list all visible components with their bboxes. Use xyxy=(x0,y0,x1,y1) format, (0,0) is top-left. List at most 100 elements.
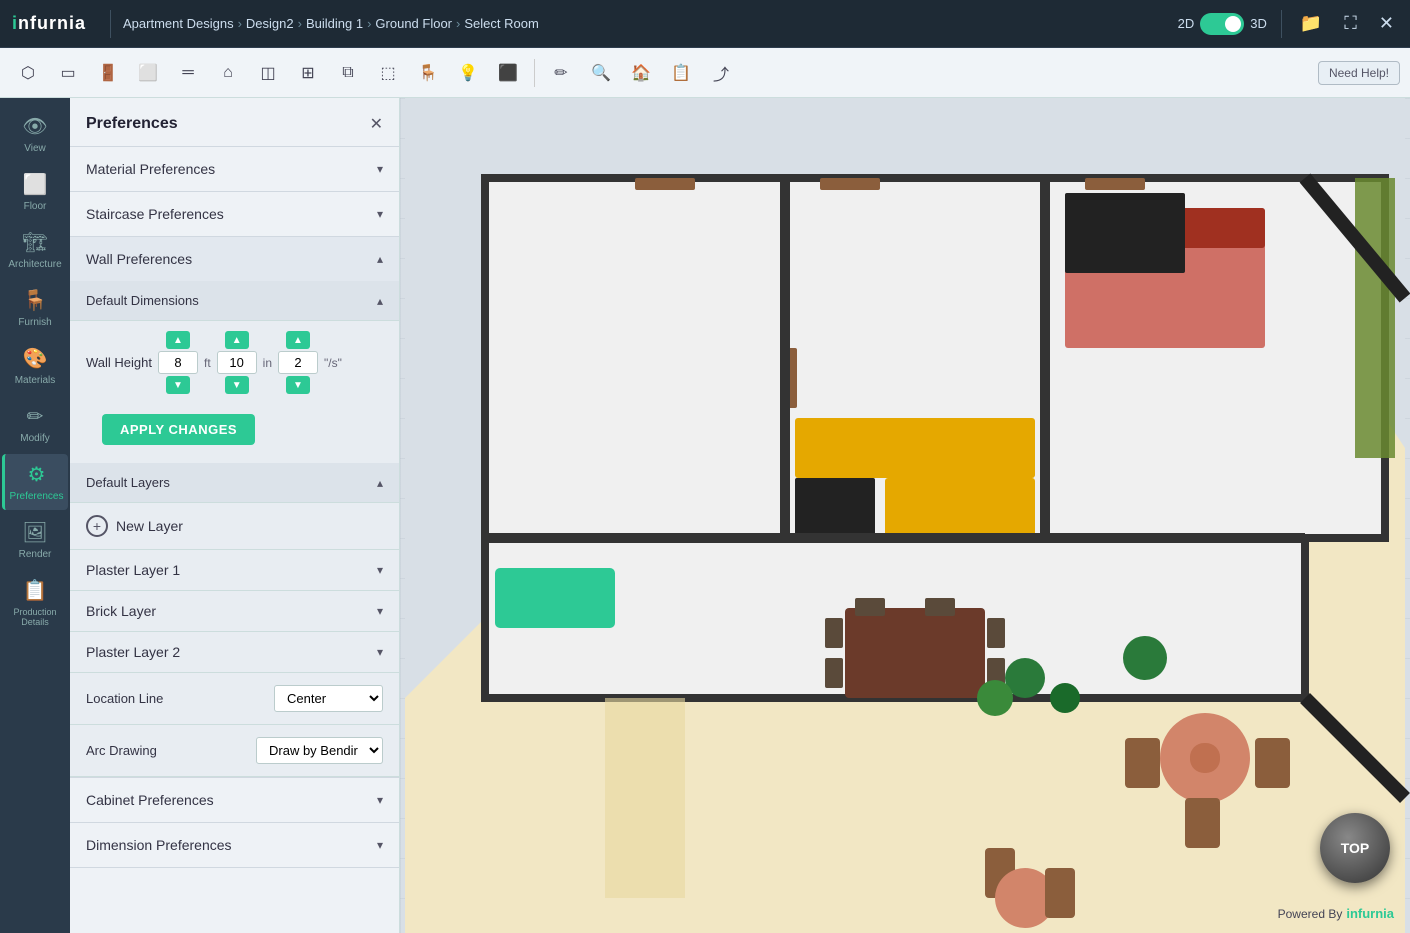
section-material-header[interactable]: Material Preferences ▾ xyxy=(70,147,399,191)
preferences-panel: Preferences ✕ Material Preferences ▾ Sta… xyxy=(70,98,400,933)
sidenav-item-preferences[interactable]: ⚙ Preferences xyxy=(2,454,68,510)
breadcrumb-sep-3: › xyxy=(367,16,371,31)
wall-height-row: Wall Height ▲ ▼ ft ▲ ▼ in xyxy=(70,321,399,404)
default-layers-chevron: ▴ xyxy=(377,476,383,490)
layer-brick[interactable]: Brick Layer ▾ xyxy=(70,591,399,632)
sidenav-label-view: View xyxy=(24,143,46,154)
canvas-area[interactable]: TOP Powered By infurnia xyxy=(400,98,1410,933)
tool-share[interactable]: ⤴ xyxy=(703,55,739,91)
layer-brick-label: Brick Layer xyxy=(86,603,156,619)
layer-plaster-1-chevron: ▾ xyxy=(377,563,383,577)
breadcrumb: Apartment Designs › Design2 › Building 1… xyxy=(123,16,539,31)
sidenav-item-modify[interactable]: ✏ Modify xyxy=(2,396,68,452)
sidenav-item-materials[interactable]: 🎨 Materials xyxy=(2,338,68,394)
layer-plaster-1[interactable]: Plaster Layer 1 ▾ xyxy=(70,550,399,591)
help-button[interactable]: Need Help! xyxy=(1318,61,1400,85)
frac-spinner: ▲ ▼ xyxy=(278,331,318,394)
section-material: Material Preferences ▾ xyxy=(70,147,399,192)
breadcrumb-item-1[interactable]: Apartment Designs xyxy=(123,16,234,31)
tool-stair[interactable]: ═ xyxy=(170,55,206,91)
powered-by: Powered By infurnia xyxy=(1278,906,1394,921)
sidenav-item-production[interactable]: 📋 Production Details xyxy=(2,570,68,635)
new-layer-label: New Layer xyxy=(116,518,183,534)
breadcrumb-sep-1: › xyxy=(238,16,242,31)
sidenav-label-production: Production Details xyxy=(6,607,64,627)
ft-up-button[interactable]: ▲ xyxy=(166,331,190,349)
tool-door[interactable]: 🚪 xyxy=(90,55,126,91)
apply-changes-button[interactable]: APPLY CHANGES xyxy=(102,414,255,445)
tool-roof[interactable]: ⌂ xyxy=(210,55,246,91)
tool-light[interactable]: 💡 xyxy=(450,55,486,91)
layer-plaster-1-label: Plaster Layer 1 xyxy=(86,562,180,578)
fullscreen-icon[interactable]: ⛶ xyxy=(1340,9,1361,38)
section-cabinet-label: Cabinet Preferences xyxy=(86,792,214,808)
preferences-close-button[interactable]: ✕ xyxy=(370,114,383,134)
tool-floor[interactable]: ◫ xyxy=(250,55,286,91)
sidenav-label-render: Render xyxy=(19,549,52,560)
location-line-select[interactable]: Center Interior Exterior Core Center xyxy=(274,685,383,712)
default-dimensions-chevron: ▴ xyxy=(377,294,383,308)
tool-diagonal[interactable]: ⧉ xyxy=(330,55,366,91)
sidenav-item-render[interactable]: 🖼 Render xyxy=(2,512,68,568)
tool-note[interactable]: 📋 xyxy=(663,55,699,91)
tool-grid[interactable]: ⊞ xyxy=(290,55,326,91)
2d3d-toggle[interactable] xyxy=(1200,13,1244,35)
in-spinner: ▲ ▼ xyxy=(217,331,257,394)
ft-down-button[interactable]: ▼ xyxy=(166,376,190,394)
in-input[interactable] xyxy=(217,351,257,374)
frac-up-button[interactable]: ▲ xyxy=(286,331,310,349)
sidenav-item-view[interactable]: 👁 View xyxy=(2,106,68,162)
app-logo: infurnia xyxy=(12,13,86,34)
default-dimensions-label: Default Dimensions xyxy=(86,293,199,308)
tool-stack[interactable]: ⬛ xyxy=(490,55,526,91)
render-icon: 🖼 xyxy=(22,520,47,545)
label-3d: 3D xyxy=(1250,16,1267,31)
new-layer-button[interactable]: + New Layer xyxy=(70,503,399,550)
section-wall-header[interactable]: Wall Preferences ▴ xyxy=(70,237,399,281)
sidenav-item-furnish[interactable]: 🪑 Furnish xyxy=(2,280,68,336)
tool-wall[interactable]: ▭ xyxy=(50,55,86,91)
close-icon[interactable]: ✕ xyxy=(1375,9,1398,38)
section-staircase-header[interactable]: Staircase Preferences ▾ xyxy=(70,192,399,236)
section-dimension-header[interactable]: Dimension Preferences ▾ xyxy=(70,823,399,867)
tool-pencil[interactable]: ✏ xyxy=(543,55,579,91)
sidenav-item-floor[interactable]: ⬜ Floor xyxy=(2,164,68,220)
tool-search[interactable]: 🔍 xyxy=(583,55,619,91)
default-dimensions-header[interactable]: Default Dimensions ▴ xyxy=(70,281,399,321)
frac-down-button[interactable]: ▼ xyxy=(286,376,310,394)
view-icon: 👁 xyxy=(22,114,47,139)
breadcrumb-item-5[interactable]: Select Room xyxy=(464,16,538,31)
tool-select[interactable]: ⬡ xyxy=(10,55,46,91)
in-down-button[interactable]: ▼ xyxy=(225,376,249,394)
arc-drawing-select[interactable]: Draw by Bendir xyxy=(256,737,383,764)
tool-chair[interactable]: 🪑 xyxy=(410,55,446,91)
layer-plaster-2[interactable]: Plaster Layer 2 ▾ xyxy=(70,632,399,673)
tool-home[interactable]: 🏠 xyxy=(623,55,659,91)
breadcrumb-item-4[interactable]: Ground Floor xyxy=(375,16,452,31)
sidenav-item-architecture[interactable]: 🏗 Architecture xyxy=(2,222,68,278)
breadcrumb-sep-4: › xyxy=(456,16,460,31)
default-layers-header[interactable]: Default Layers ▴ xyxy=(70,463,399,503)
breadcrumb-item-2[interactable]: Design2 xyxy=(246,16,294,31)
frac-input[interactable] xyxy=(278,351,318,374)
tool-layers[interactable]: ⬚ xyxy=(370,55,406,91)
ft-input[interactable] xyxy=(158,351,198,374)
label-2d: 2D xyxy=(1178,16,1195,31)
modify-icon: ✏ xyxy=(27,404,44,429)
top-view-button[interactable]: TOP xyxy=(1320,813,1390,883)
section-material-label: Material Preferences xyxy=(86,161,215,177)
folder-icon[interactable]: 📁 xyxy=(1296,9,1326,38)
layer-plaster-2-chevron: ▾ xyxy=(377,645,383,659)
apply-btn-wrapper: APPLY CHANGES xyxy=(70,404,399,463)
section-dimension-label: Dimension Preferences xyxy=(86,837,232,853)
section-wall-label: Wall Preferences xyxy=(86,251,192,267)
default-layers-label: Default Layers xyxy=(86,475,170,490)
2d3d-toggle-group: 2D 3D xyxy=(1178,13,1267,35)
in-up-button[interactable]: ▲ xyxy=(225,331,249,349)
breadcrumb-item-3[interactable]: Building 1 xyxy=(306,16,363,31)
tool-window[interactable]: ⬜ xyxy=(130,55,166,91)
section-cabinet-header[interactable]: Cabinet Preferences ▾ xyxy=(70,778,399,822)
section-cabinet: Cabinet Preferences ▾ xyxy=(70,778,399,823)
preferences-icon: ⚙ xyxy=(28,462,46,487)
ft-spinner: ▲ ▼ xyxy=(158,331,198,394)
